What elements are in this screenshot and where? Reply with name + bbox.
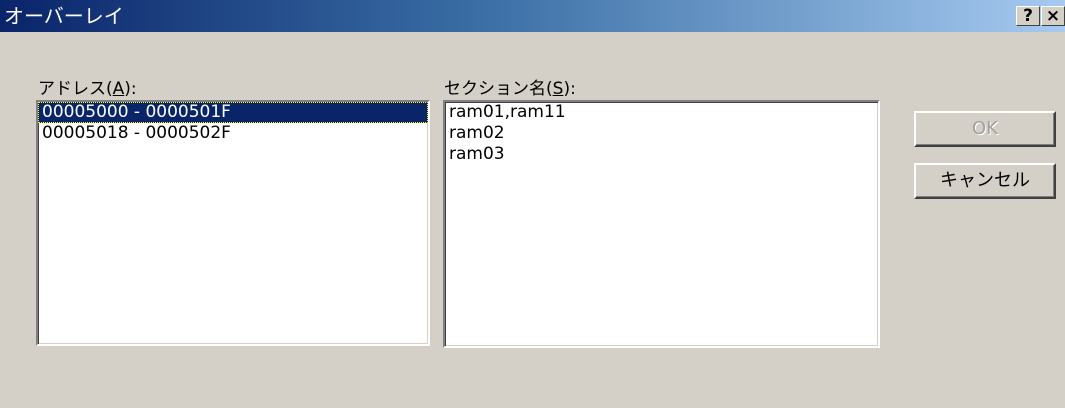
cancel-button[interactable]: キャンセル xyxy=(914,163,1056,199)
address-item-0[interactable]: 00005000 - 0000501F xyxy=(38,102,428,123)
address-label: アドレス(A): xyxy=(38,79,137,99)
section-name-listbox[interactable]: ram01,ram11 ram02 ram03 xyxy=(443,100,880,348)
title-bar: オーバーレイ ? × xyxy=(0,0,1065,32)
help-button[interactable]: ? xyxy=(1016,6,1040,26)
overlay-dialog: オーバーレイ ? × アドレス(A): 00005000 - 0000501F … xyxy=(0,0,1065,408)
section-item-1[interactable]: ram02 xyxy=(445,123,878,144)
section-name-label: セクション名(S): xyxy=(444,79,576,99)
window-title: オーバーレイ xyxy=(4,4,124,28)
ok-button[interactable]: OK xyxy=(914,111,1056,147)
address-listbox[interactable]: 00005000 - 0000501F 00005018 - 0000502F xyxy=(36,100,430,346)
section-item-2[interactable]: ram03 xyxy=(445,144,878,165)
address-item-1[interactable]: 00005018 - 0000502F xyxy=(38,123,428,144)
section-item-0[interactable]: ram01,ram11 xyxy=(445,102,878,123)
close-button[interactable]: × xyxy=(1041,6,1065,26)
